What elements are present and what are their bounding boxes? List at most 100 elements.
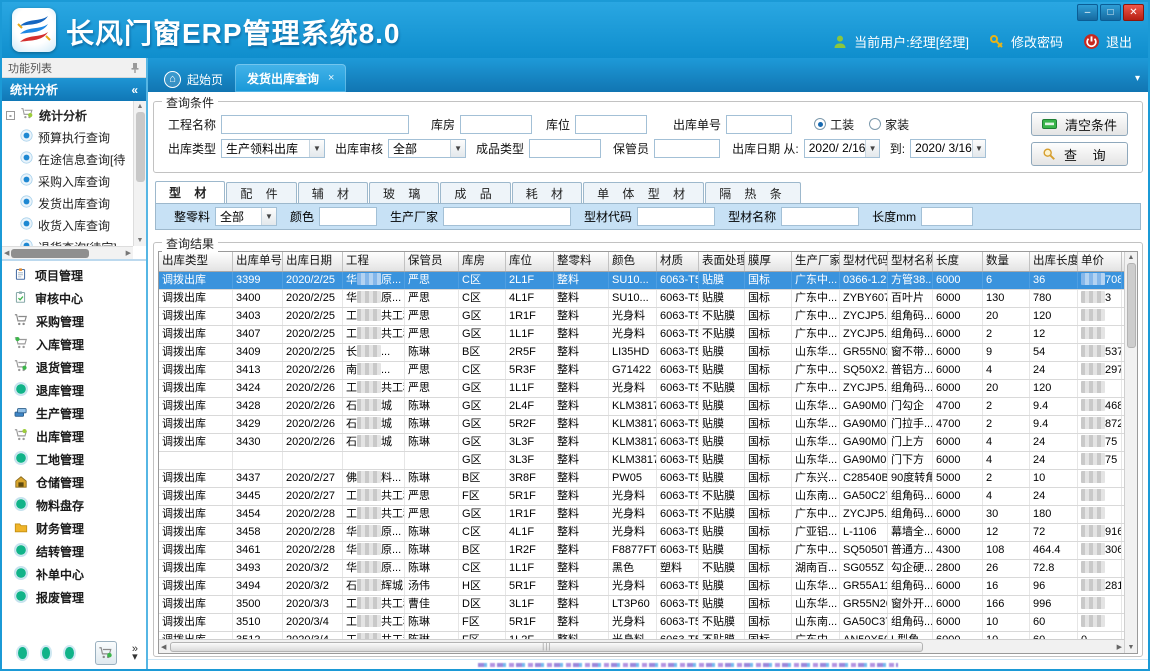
- column-header[interactable]: 整零料: [554, 252, 609, 271]
- sidebar-menu-item[interactable]: 采购管理: [2, 310, 146, 333]
- material-filter-input[interactable]: [637, 207, 715, 226]
- table-row[interactable]: 调拨出库34582020/2/28华原...陈琳C区4L1F整料光身料6063-…: [159, 524, 1124, 542]
- sidebar-menu-item[interactable]: 审核中心: [2, 287, 146, 310]
- table-row[interactable]: 调拨出库34932020/3/2华原...陈琳C区1L1F整料黑色塑料不贴膜国标…: [159, 560, 1124, 578]
- minimize-button[interactable]: –: [1077, 4, 1098, 21]
- location-input[interactable]: [575, 115, 647, 134]
- table-row[interactable]: 调拨出库34942020/3/2石辉城汤伟H区5R1F整料光身料6063-T5贴…: [159, 578, 1124, 596]
- material-filter-input[interactable]: [319, 207, 377, 226]
- date-from-picker[interactable]: 2020/ 2/16 ▼: [804, 139, 880, 158]
- sidebar-menu-item[interactable]: 项目管理: [2, 264, 146, 287]
- outbound-audit-select[interactable]: 全部 ▼: [388, 139, 466, 158]
- tree-h-scrollbar[interactable]: ◀ ▶: [2, 246, 133, 259]
- maximize-button[interactable]: □: [1100, 4, 1121, 21]
- tree-item[interactable]: 在途信息查询[待: [6, 148, 133, 170]
- table-row[interactable]: G区3L3F整料KLM38176063-T5贴膜国标山东华...GA90M09.…: [159, 452, 1124, 470]
- radio-home[interactable]: [869, 118, 881, 130]
- scroll-down-icon[interactable]: ▼: [135, 235, 146, 246]
- material-filter-select[interactable]: 全部▼: [215, 207, 277, 226]
- column-header[interactable]: 表面处理: [699, 252, 745, 271]
- cart-toolbar-button[interactable]: [95, 641, 117, 665]
- column-header[interactable]: 数量: [983, 252, 1030, 271]
- change-password[interactable]: 修改密码: [989, 32, 1063, 51]
- table-row[interactable]: 调拨出库34282020/2/26石城陈琳G区2L4F整料KLM38176063…: [159, 398, 1124, 416]
- column-header[interactable]: 出库单号: [233, 252, 283, 271]
- material-tab[interactable]: 耗 材: [512, 182, 582, 203]
- column-header[interactable]: 型材代码: [840, 252, 888, 271]
- column-header[interactable]: 出库日期: [283, 252, 343, 271]
- material-tab[interactable]: 单 体 型 材: [583, 182, 704, 203]
- table-row[interactable]: 调拨出库34242020/2/26工共工程严思G区1L1F整料光身料6063-T…: [159, 380, 1124, 398]
- sidebar-menu-item[interactable]: 结转管理: [2, 540, 146, 563]
- material-tab[interactable]: 辅 材: [298, 182, 368, 203]
- column-header[interactable]: 保管员: [405, 252, 459, 271]
- column-header[interactable]: 颜色: [609, 252, 657, 271]
- overflow-chevron[interactable]: »▾: [132, 645, 138, 661]
- sidebar-menu-item[interactable]: 入库管理: [2, 333, 146, 356]
- column-header[interactable]: 出库类型: [159, 252, 233, 271]
- sidebar-menu-item[interactable]: 报废管理: [2, 586, 146, 609]
- product-type-input[interactable]: [529, 139, 601, 158]
- keeper-input[interactable]: [654, 139, 720, 158]
- table-row[interactable]: 调拨出库34092020/2/25长...陈琳B区2R5F整料LI35HD606…: [159, 344, 1124, 362]
- sidebar-menu-item[interactable]: 出库管理: [2, 425, 146, 448]
- green-dot-button[interactable]: [42, 647, 51, 659]
- date-to-picker[interactable]: 2020/ 3/16 ▼: [910, 139, 986, 158]
- table-row[interactable]: 调拨出库34292020/2/26石城陈琳G区5R2F整料KLM38176063…: [159, 416, 1124, 434]
- tab-shipment-outbound-query[interactable]: 发货出库查询 ×: [235, 64, 346, 92]
- material-tab[interactable]: 隔 热 条: [705, 182, 801, 203]
- tree-v-scrollbar[interactable]: ▲ ▼: [133, 101, 146, 246]
- table-row[interactable]: 调拨出库35122020/3/4工共工程陈琳F区1L2F整料光身料6063-T5…: [159, 632, 1124, 639]
- column-header[interactable]: 型材名称: [888, 252, 933, 271]
- table-row[interactable]: 调拨出库35102020/3/4工共工程陈琳F区5R1F整料光身料6063-T5…: [159, 614, 1124, 632]
- tree-item[interactable]: 预算执行查询: [6, 126, 133, 148]
- tree-item[interactable]: 收货入库查询: [6, 214, 133, 236]
- table-row[interactable]: 调拨出库34002020/2/25华原...严思C区4L1F整料SU10...6…: [159, 290, 1124, 308]
- table-row[interactable]: 调拨出库34132020/2/26南...严思C区5R3F整料G71422606…: [159, 362, 1124, 380]
- tab-list-caret-icon[interactable]: ▾: [1135, 73, 1140, 84]
- close-button[interactable]: ✕: [1123, 4, 1144, 21]
- table-row[interactable]: 调拨出库34032020/2/25工共工程严思G区1R1F整料光身料6063-T…: [159, 308, 1124, 326]
- tree-root-item[interactable]: -统计分析: [6, 104, 133, 126]
- material-tab[interactable]: 配 件: [226, 182, 296, 203]
- material-tab[interactable]: 玻 璃: [369, 182, 439, 203]
- scroll-down-icon[interactable]: ▼: [1126, 642, 1137, 653]
- material-tab[interactable]: 成 品: [440, 182, 510, 203]
- scroll-up-icon[interactable]: ▲: [1126, 252, 1137, 263]
- pin-icon[interactable]: [130, 62, 140, 74]
- sidebar-menu-item[interactable]: 仓储管理: [2, 471, 146, 494]
- warehouse-input[interactable]: [460, 115, 532, 134]
- table-v-scrollbar[interactable]: ▲ ▼: [1124, 252, 1137, 653]
- sidebar-menu-item[interactable]: 生产管理: [2, 402, 146, 425]
- column-header[interactable]: 单价: [1078, 252, 1122, 271]
- table-row[interactable]: 调拨出库34542020/2/28工共工程严思G区1R1F整料光身料6063-T…: [159, 506, 1124, 524]
- sidebar-menu-item[interactable]: 退货管理: [2, 356, 146, 379]
- project-name-input[interactable]: [221, 115, 409, 134]
- scroll-left-icon[interactable]: ◀: [159, 641, 168, 653]
- tab-home[interactable]: ⌂ 起始页: [152, 66, 235, 92]
- green-dot-button[interactable]: [65, 647, 74, 659]
- material-filter-input[interactable]: [781, 207, 859, 226]
- scroll-left-icon[interactable]: ◀: [2, 247, 11, 259]
- sidebar-menu-item[interactable]: 工地管理: [2, 448, 146, 471]
- search-button[interactable]: 查 询: [1031, 142, 1128, 166]
- tree-item[interactable]: 采购入库查询: [6, 170, 133, 192]
- column-header[interactable]: 库房: [459, 252, 506, 271]
- column-header[interactable]: 材质: [657, 252, 699, 271]
- column-header[interactable]: 出库长度: [1030, 252, 1078, 271]
- column-header[interactable]: 库位: [506, 252, 554, 271]
- column-header[interactable]: 膜厚: [745, 252, 792, 271]
- sidebar-menu-item[interactable]: 财务管理: [2, 517, 146, 540]
- collapse-icon[interactable]: «: [131, 83, 138, 97]
- order-no-input[interactable]: [726, 115, 792, 134]
- material-filter-input[interactable]: [921, 207, 973, 226]
- scroll-right-icon[interactable]: ▶: [124, 247, 133, 259]
- material-filter-input[interactable]: [443, 207, 571, 226]
- table-row[interactable]: 调拨出库34452020/2/27工共工程严思F区5R1F整料光身料6063-T…: [159, 488, 1124, 506]
- table-row[interactable]: 调拨出库34612020/2/28华原...陈琳B区1R2F整料F8877FT6…: [159, 542, 1124, 560]
- outbound-type-select[interactable]: 生产领料出库 ▼: [221, 139, 325, 158]
- clear-conditions-button[interactable]: 清空条件: [1031, 112, 1128, 136]
- tree-item[interactable]: 发货出库查询: [6, 192, 133, 214]
- table-row[interactable]: 调拨出库35002020/3/3工共工程曹佳D区3L1F整料LT3P606063…: [159, 596, 1124, 614]
- sidebar-section-header[interactable]: 统计分析 «: [2, 78, 146, 101]
